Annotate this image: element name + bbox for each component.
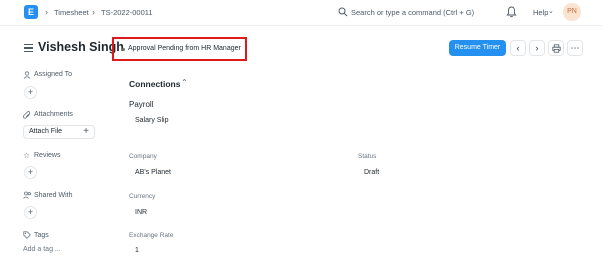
chevron-up-icon[interactable]: ⌃ xyxy=(181,78,188,87)
status-dot-icon xyxy=(122,48,125,51)
plus-icon: + xyxy=(27,207,34,217)
sidebar-toggle-icon[interactable] xyxy=(24,44,33,52)
more-options-button[interactable]: ⋯ xyxy=(567,40,583,56)
breadcrumb-document[interactable]: TS-2022-00011 xyxy=(101,8,153,17)
plus-icon: + xyxy=(27,167,34,177)
salary-slip-link[interactable]: Salary Slip xyxy=(135,117,168,124)
avatar[interactable]: PN xyxy=(563,3,581,21)
attachments-label: Attachments xyxy=(34,111,73,118)
users-icon xyxy=(23,191,32,201)
chevron-right-icon: › xyxy=(45,7,48,17)
next-doc-button[interactable]: › xyxy=(529,40,545,56)
currency-value: INR xyxy=(135,209,148,216)
add-tag-input[interactable]: Add a tag ... xyxy=(23,246,61,253)
exchange-rate-value: 1 xyxy=(135,247,139,254)
attach-file-button[interactable]: Attach File + xyxy=(23,125,95,139)
status-value: Draft xyxy=(364,169,380,176)
exchange-rate-label: Exchange Rate xyxy=(129,232,174,239)
print-button[interactable] xyxy=(548,40,564,56)
status-text: Approval Pending from HR Manager xyxy=(128,45,241,52)
connections-section-title[interactable]: Connections xyxy=(129,79,180,89)
add-review-button[interactable]: + xyxy=(24,166,37,179)
chevron-left-icon: ‹ xyxy=(516,43,520,53)
add-share-button[interactable]: + xyxy=(24,206,37,219)
shared-with-label: Shared With xyxy=(34,192,73,199)
plus-icon: + xyxy=(27,87,34,97)
currency-label: Currency xyxy=(129,193,156,200)
previous-doc-button[interactable]: ‹ xyxy=(510,40,526,56)
top-navbar: E › Timesheet › TS-2022-00011 Search or … xyxy=(0,0,602,26)
printer-icon xyxy=(551,44,561,53)
app-logo[interactable]: E xyxy=(24,5,38,19)
chevron-down-icon: ⌄ xyxy=(548,8,554,15)
user-icon xyxy=(23,71,31,81)
attach-file-label: Attach File xyxy=(29,128,63,135)
reviews-label: Reviews xyxy=(34,152,61,159)
tag-icon xyxy=(23,231,31,241)
resume-timer-button[interactable]: Resume Timer xyxy=(449,40,506,56)
chevron-right-icon: › xyxy=(535,43,539,53)
plus-icon: + xyxy=(83,126,89,137)
search-input[interactable]: Search or type a command (Ctrl + G) xyxy=(351,8,474,17)
paperclip-icon xyxy=(22,111,31,121)
help-menu[interactable]: Help xyxy=(533,8,548,17)
company-label: Company xyxy=(129,153,157,160)
breadcrumb-timesheet[interactable]: Timesheet xyxy=(54,8,89,17)
assigned-to-label: Assigned To xyxy=(34,71,73,78)
star-icon: ☆ xyxy=(23,151,31,160)
payroll-group-title: Payroll xyxy=(129,100,154,109)
chevron-right-icon: › xyxy=(92,7,95,17)
search-icon xyxy=(338,7,348,17)
tags-label: Tags xyxy=(34,232,49,239)
bell-icon[interactable] xyxy=(506,6,517,18)
company-value: AB's Planet xyxy=(135,169,171,176)
add-assignee-button[interactable]: + xyxy=(24,86,37,99)
status-label: Status xyxy=(358,153,377,160)
more-horizontal-icon: ⋯ xyxy=(570,43,580,53)
status-indicator: Approval Pending from HR Manager xyxy=(112,37,247,61)
